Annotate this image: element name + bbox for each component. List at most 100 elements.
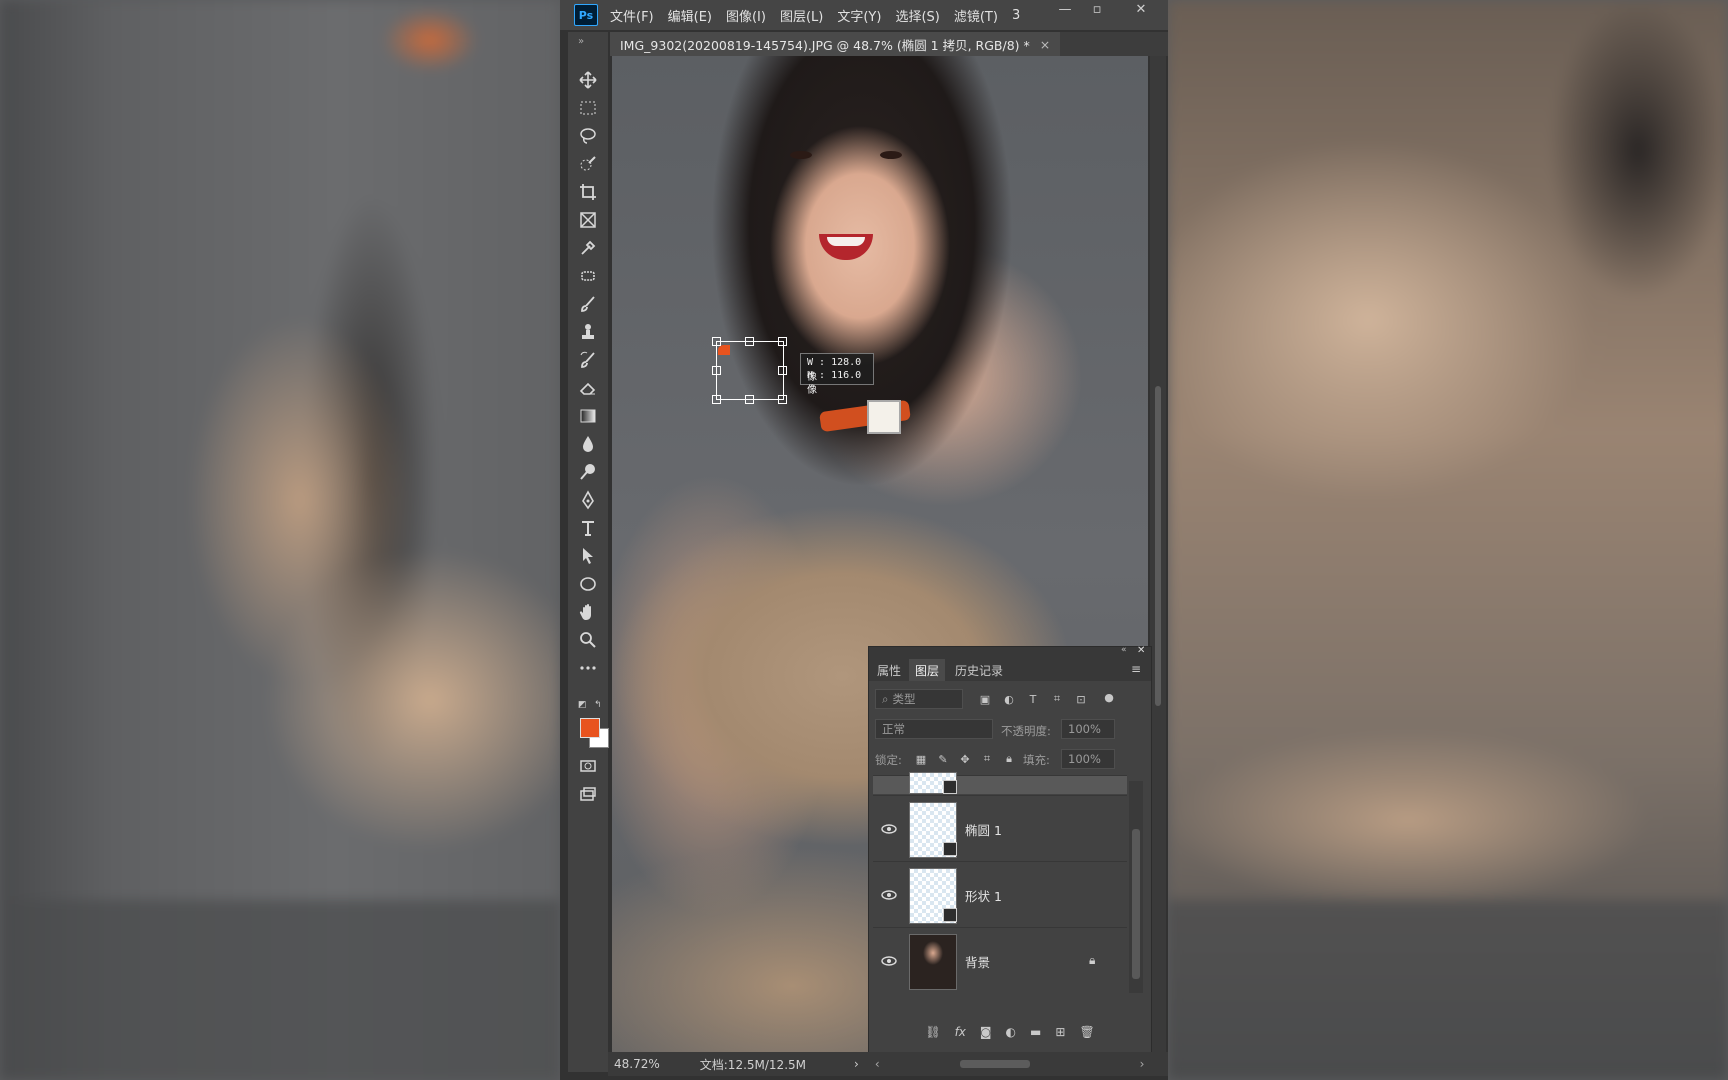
filter-adjustment-icon[interactable]: ◐ (1001, 691, 1017, 707)
fx-icon[interactable]: fx (955, 1025, 966, 1039)
transform-handle-top-right[interactable] (778, 337, 787, 346)
lock-transparent-icon[interactable]: ▦ (913, 751, 929, 767)
height-readout: H : 116.0 像 (807, 370, 862, 396)
tab-layers[interactable]: 图层 (909, 659, 946, 681)
opacity-input[interactable]: 100% (1061, 719, 1115, 739)
transform-size-readout: W : 128.0 像 H : 116.0 像 (800, 353, 874, 396)
minimize-button[interactable]: — (1050, 0, 1080, 18)
status-menu-arrow[interactable]: › (854, 1057, 859, 1071)
layer-name: 形状 1 (965, 889, 1002, 904)
more-tools-icon[interactable] (576, 656, 600, 680)
history-brush-tool-icon[interactable] (576, 348, 600, 372)
trash-icon[interactable]: 🗑︎ (1079, 1025, 1094, 1039)
filter-type-icon[interactable]: T (1025, 691, 1041, 707)
adjustment-layer-icon[interactable]: ◐ (1006, 1025, 1016, 1039)
layer-filter-select[interactable]: ⌕ 类型 (875, 689, 963, 709)
menu-edit[interactable]: 编辑(E) (668, 6, 712, 25)
zoom-tool-icon[interactable] (576, 628, 600, 652)
filter-smart-object-icon[interactable]: ⊡ (1073, 691, 1089, 707)
pen-tool-icon[interactable] (576, 488, 600, 512)
layer-row-partial[interactable] (873, 772, 1127, 794)
menu-file[interactable]: 文件(F) (610, 6, 654, 25)
move-tool-icon[interactable] (576, 68, 600, 92)
document-size: 文档:12.5M/12.5M (699, 1057, 806, 1072)
menu-type[interactable]: 文字(Y) (837, 6, 881, 25)
blend-mode-select[interactable]: 正常 (875, 719, 993, 739)
lock-position-icon[interactable]: ✥ (957, 751, 973, 767)
close-window-button[interactable]: ✕ (1126, 0, 1156, 18)
frame-tool-icon[interactable] (576, 208, 600, 232)
layers-scrollbar[interactable] (1129, 781, 1143, 993)
layer-name: 椭圆 1 (965, 823, 1002, 838)
quick-mask-icon[interactable] (576, 754, 600, 778)
layer-row-ellipse-1[interactable]: 椭圆 1 (873, 795, 1127, 862)
swap-colors-icon[interactable]: ↰ (594, 700, 604, 710)
transform-handle-bottom[interactable] (745, 395, 754, 404)
transform-handle-top-left[interactable] (712, 337, 721, 346)
menu-filter[interactable]: 滤镜(T) (954, 6, 998, 25)
transform-handle-bottom-right[interactable] (778, 395, 787, 404)
layer-row-shape-1[interactable]: 形状 1 (873, 861, 1127, 928)
type-tool-icon[interactable] (576, 516, 600, 540)
transform-handle-top[interactable] (745, 337, 754, 346)
visibility-eye-icon[interactable] (881, 887, 897, 903)
canvas-vertical-scrollbar[interactable] (1150, 56, 1166, 1052)
blur-tool-icon[interactable] (576, 432, 600, 456)
dodge-tool-icon[interactable] (576, 460, 600, 484)
hand-tool-icon[interactable] (576, 600, 600, 624)
collapse-panel-icon[interactable]: « (1121, 645, 1127, 655)
brush-tool-icon[interactable] (576, 292, 600, 316)
visibility-eye-icon[interactable] (881, 953, 897, 969)
transform-handle-right[interactable] (778, 366, 787, 375)
tab-properties[interactable]: 属性 (871, 659, 907, 681)
gradient-tool-icon[interactable] (576, 404, 600, 428)
lock-all-icon[interactable]: 🔒︎ (1001, 751, 1017, 767)
quick-select-tool-icon[interactable] (576, 152, 600, 176)
layer-lock-icon[interactable]: 🔒︎ (1089, 953, 1103, 967)
menu-layer[interactable]: 图层(L) (780, 6, 823, 25)
document-tab[interactable]: IMG_9302(20200819-145754).JPG @ 48.7% (椭… (610, 32, 1061, 56)
panel-menu-icon[interactable]: ≡ (1131, 662, 1141, 676)
close-panel-icon[interactable]: ✕ (1137, 645, 1145, 656)
lasso-tool-icon[interactable] (576, 124, 600, 148)
fill-input[interactable]: 100% (1061, 749, 1115, 769)
menu-select[interactable]: 选择(S) (895, 6, 939, 25)
new-group-folder-icon[interactable]: ▬ (1030, 1025, 1041, 1039)
foreground-color-swatch[interactable] (580, 718, 600, 738)
transform-handle-left[interactable] (712, 366, 721, 375)
layer-row-background[interactable]: 背景 🔒︎ (873, 927, 1127, 994)
menu-image[interactable]: 图像(I) (726, 6, 766, 25)
lock-artboard-icon[interactable]: ⌗ (979, 751, 995, 767)
marquee-tool-icon[interactable] (576, 96, 600, 120)
document-tab-title: IMG_9302(20200819-145754).JPG @ 48.7% (椭… (620, 37, 1030, 53)
tab-history[interactable]: 历史记录 (949, 659, 1009, 681)
toolbar-collapse-icon[interactable]: » (578, 36, 584, 47)
restore-button[interactable]: ▫ (1082, 0, 1112, 18)
filter-pixel-icon[interactable]: ▣ (977, 691, 993, 707)
filter-toggle-icon[interactable]: ● (1101, 689, 1117, 705)
new-layer-icon[interactable]: ⊞ (1055, 1025, 1065, 1039)
menu-3d[interactable]: 3 (1012, 8, 1020, 23)
eraser-tool-icon[interactable] (576, 376, 600, 400)
scroll-left-icon[interactable]: ‹ (875, 1057, 880, 1071)
eyedropper-tool-icon[interactable] (576, 236, 600, 260)
clone-stamp-tool-icon[interactable] (576, 320, 600, 344)
zoom-level[interactable]: 48.72% (614, 1057, 660, 1071)
filter-shape-icon[interactable]: ⌗ (1049, 691, 1065, 707)
add-mask-icon[interactable]: ◙ (980, 1025, 992, 1039)
horizontal-scroll-thumb[interactable] (959, 1060, 1030, 1068)
scroll-right-icon[interactable]: › (1140, 1057, 1145, 1071)
layer-filter-label: 类型 (892, 692, 916, 706)
transform-handle-bottom-left[interactable] (712, 395, 721, 404)
link-layers-icon[interactable]: ⛓ (925, 1025, 940, 1039)
transform-bounding-box[interactable] (716, 341, 784, 400)
default-colors-icon[interactable]: ◩ (578, 700, 588, 710)
crop-tool-icon[interactable] (576, 180, 600, 204)
screen-mode-icon[interactable] (576, 782, 600, 806)
ellipse-tool-icon[interactable] (576, 572, 600, 596)
healing-brush-tool-icon[interactable] (576, 264, 600, 288)
close-tab-icon[interactable]: × (1040, 37, 1050, 52)
visibility-eye-icon[interactable] (881, 821, 897, 837)
lock-image-icon[interactable]: ✎ (935, 751, 951, 767)
path-selection-tool-icon[interactable] (576, 544, 600, 568)
